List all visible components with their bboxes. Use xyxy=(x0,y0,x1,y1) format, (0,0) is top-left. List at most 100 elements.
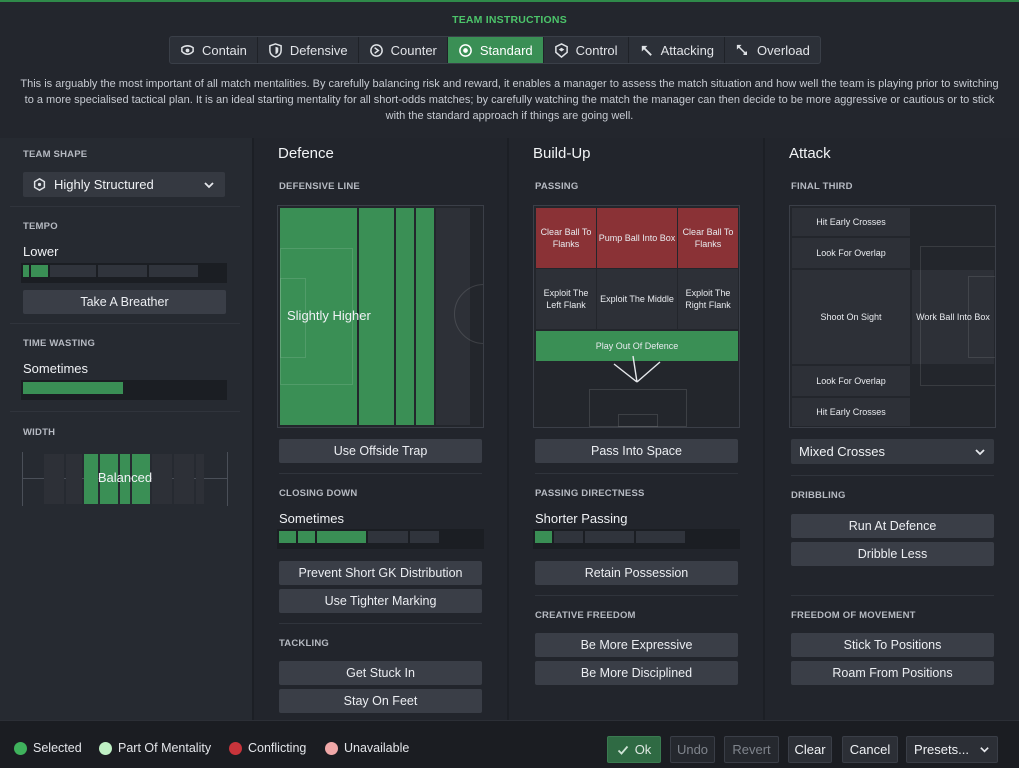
final-third-label: FINAL THIRD xyxy=(791,181,853,192)
tab-attacking[interactable]: Attacking xyxy=(629,37,726,63)
take-a-breather-button[interactable]: Take A Breather xyxy=(23,290,226,314)
mentality-description: This is arguably the most important of a… xyxy=(20,78,999,122)
chevron-down-icon xyxy=(975,448,985,455)
attack-title: Attack xyxy=(789,145,831,162)
team-shape-dropdown[interactable]: Highly Structured xyxy=(23,172,225,197)
tab-standard[interactable]: Standard xyxy=(447,37,544,63)
passing-label: PASSING xyxy=(535,181,579,192)
page-title: TEAM INSTRUCTIONS xyxy=(452,14,567,26)
cancel-button[interactable]: Cancel xyxy=(842,736,898,763)
pass-arrows-icon xyxy=(613,355,661,383)
stay-on-feet-button[interactable]: Stay On Feet xyxy=(279,689,482,713)
conflicting-dot-icon xyxy=(229,741,242,755)
pitch-box-marking xyxy=(618,414,658,427)
legend-label: Part Of Mentality xyxy=(118,741,212,755)
tab-label: Control xyxy=(575,42,618,58)
counter-arrow-icon xyxy=(369,43,383,57)
closing-down-segment xyxy=(368,531,408,543)
tab-label: Standard xyxy=(479,42,533,58)
buildup-title: Build-Up xyxy=(533,145,591,162)
dribbling-label: DRIBBLING xyxy=(791,490,846,501)
tab-label: Overload xyxy=(757,42,810,58)
tab-counter[interactable]: Counter xyxy=(359,37,448,63)
presets-dropdown[interactable]: Presets... xyxy=(906,736,998,763)
stick-to-positions-button[interactable]: Stick To Positions xyxy=(791,633,994,657)
dribble-less-button[interactable]: Dribble Less xyxy=(791,542,994,566)
retain-possession-button[interactable]: Retain Possession xyxy=(535,561,738,585)
exploit-left-flank-cell[interactable]: Exploit The Left Flank xyxy=(536,269,596,329)
tempo-segment xyxy=(149,265,198,277)
legend-unavailable: Unavailable xyxy=(325,741,409,755)
control-shield-icon xyxy=(554,42,568,58)
hexagon-icon xyxy=(33,178,46,191)
defensive-line-segment xyxy=(396,208,414,425)
ok-button[interactable]: Ok xyxy=(607,736,661,763)
time-wasting-slider[interactable] xyxy=(21,380,227,400)
directness-segment xyxy=(535,531,552,543)
legend-part-of-mentality: Part Of Mentality xyxy=(99,741,211,755)
passing-directness-value: Shorter Passing xyxy=(535,511,628,526)
shoot-on-sight-cell[interactable]: Shoot On Sight xyxy=(792,270,910,364)
be-more-disciplined-button[interactable]: Be More Disciplined xyxy=(535,661,738,685)
passing-pitch: Clear Ball To Flanks Pump Ball Into Box … xyxy=(533,205,740,428)
tempo-value: Lower xyxy=(23,244,59,259)
be-more-expressive-button[interactable]: Be More Expressive xyxy=(535,633,738,657)
prevent-short-gk-distribution-button[interactable]: Prevent Short GK Distribution xyxy=(279,561,482,585)
passing-directness-slider[interactable] xyxy=(533,529,740,549)
pump-ball-into-box-cell[interactable]: Pump Ball Into Box xyxy=(597,208,677,268)
tab-label: Attacking xyxy=(660,42,715,58)
look-for-overlap-bottom-cell[interactable]: Look For Overlap xyxy=(792,366,910,396)
pass-into-space-button[interactable]: Pass Into Space xyxy=(535,439,738,463)
roam-from-positions-button[interactable]: Roam From Positions xyxy=(791,661,994,685)
closing-down-segment xyxy=(279,531,296,543)
tab-contain[interactable]: Contain xyxy=(170,37,258,63)
directness-segment xyxy=(636,531,685,543)
hit-early-crosses-bottom-cell[interactable]: Hit Early Crosses xyxy=(792,398,910,426)
look-for-overlap-top-cell[interactable]: Look For Overlap xyxy=(792,238,910,268)
tab-label: Counter xyxy=(390,42,437,58)
closing-down-slider[interactable] xyxy=(277,529,484,549)
exploit-right-flank-cell[interactable]: Exploit The Right Flank xyxy=(678,269,738,329)
tempo-segment xyxy=(98,265,147,277)
presets-label: Presets... xyxy=(914,742,969,757)
tempo-segment xyxy=(31,265,48,277)
width-pitch[interactable]: Balanced xyxy=(22,452,228,506)
exploit-middle-cell[interactable]: Exploit The Middle xyxy=(597,269,677,329)
use-offside-trap-button[interactable]: Use Offside Trap xyxy=(279,439,482,463)
attacking-arrow-icon xyxy=(641,45,652,56)
hit-early-crosses-top-cell[interactable]: Hit Early Crosses xyxy=(792,208,910,236)
revert-button[interactable]: Revert xyxy=(724,736,779,763)
time-wasting-label: TIME WASTING xyxy=(23,338,96,349)
work-ball-into-box-cell[interactable]: Work Ball Into Box xyxy=(912,270,994,364)
tab-label: Defensive xyxy=(289,42,348,58)
divider xyxy=(10,411,240,412)
time-wasting-segment xyxy=(23,382,123,394)
tab-overload[interactable]: Overload xyxy=(725,37,820,63)
tackling-label: TACKLING xyxy=(279,638,329,649)
team-shape-value: Highly Structured xyxy=(54,177,154,192)
run-at-defence-button[interactable]: Run At Defence xyxy=(791,514,994,538)
tempo-slider[interactable] xyxy=(21,263,227,283)
closing-down-segment xyxy=(298,531,315,543)
get-stuck-in-button[interactable]: Get Stuck In xyxy=(279,661,482,685)
tab-control[interactable]: Control xyxy=(544,37,629,63)
defensive-line-pitch[interactable]: Slightly Higher xyxy=(277,205,484,428)
directness-segment xyxy=(585,531,634,543)
crosses-dropdown[interactable]: Mixed Crosses xyxy=(791,439,994,464)
freedom-of-movement-label: FREEDOM OF MOVEMENT xyxy=(791,610,916,621)
undo-button[interactable]: Undo xyxy=(670,736,715,763)
clear-button[interactable]: Clear xyxy=(788,736,832,763)
legend-selected: Selected xyxy=(14,741,82,755)
clear-ball-to-flanks-left-cell[interactable]: Clear Ball To Flanks xyxy=(536,208,596,268)
directness-segment xyxy=(554,531,583,543)
mentality-tabs: Contain Defensive Counter Standard Contr… xyxy=(169,36,821,64)
clear-ball-to-flanks-right-cell[interactable]: Clear Ball To Flanks xyxy=(678,208,738,268)
tab-label: Contain xyxy=(202,42,247,58)
part-of-mentality-dot-icon xyxy=(99,741,112,755)
time-wasting-value: Sometimes xyxy=(23,361,89,376)
tab-defensive[interactable]: Defensive xyxy=(258,37,359,63)
width-value: Balanced xyxy=(97,470,153,485)
overload-arrows-icon xyxy=(736,44,748,55)
use-tighter-marking-button[interactable]: Use Tighter Marking xyxy=(279,589,482,613)
ok-label: Ok xyxy=(634,742,652,757)
